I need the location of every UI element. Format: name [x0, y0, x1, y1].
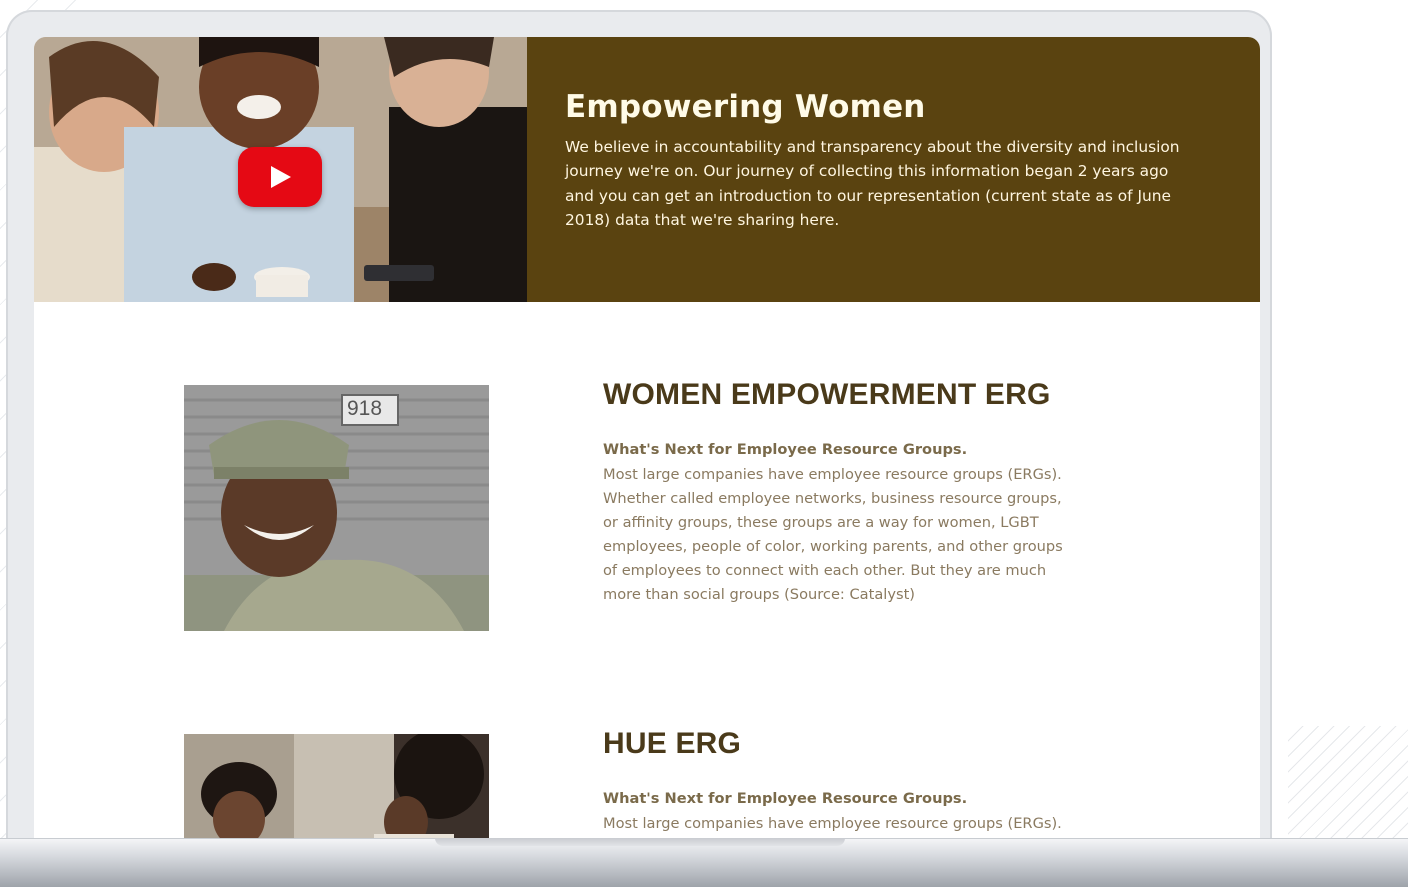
photo-badge: 918 — [347, 397, 383, 420]
erg-photo-women-empowerment: 918 — [184, 385, 489, 631]
youtube-play-button[interactable] — [238, 147, 322, 207]
background-decoration — [1288, 726, 1408, 846]
soldier-photo-illustration — [184, 385, 489, 631]
youtube-play-icon — [271, 166, 291, 188]
erg-photo-hue — [184, 734, 489, 852]
erg-title-hue: HUE ERG — [603, 727, 742, 760]
hero-section: Empowering Women We believe in accountab… — [34, 37, 1260, 302]
hero-text-panel: Empowering Women We believe in accountab… — [527, 37, 1260, 302]
erg-subtitle-hue: What's Next for Employee Resource Groups… — [603, 790, 968, 807]
hero-title: Empowering Women — [565, 89, 926, 125]
erg-subtitle-women-empowerment: What's Next for Employee Resource Groups… — [603, 441, 968, 458]
hero-video-thumbnail[interactable] — [34, 37, 527, 302]
erg-title-women-empowerment: WOMEN EMPOWERMENT ERG — [603, 378, 1051, 411]
hero-description: We believe in accountability and transpa… — [565, 138, 1180, 229]
hue-photo-illustration — [184, 734, 489, 852]
erg-body-women-empowerment: Most large companies have employee resou… — [603, 466, 1063, 604]
laptop-screen: Empowering Women We believe in accountab… — [34, 37, 1260, 852]
laptop-hinge-notch — [435, 838, 845, 846]
laptop-frame: Empowering Women We believe in accountab… — [6, 10, 1272, 852]
